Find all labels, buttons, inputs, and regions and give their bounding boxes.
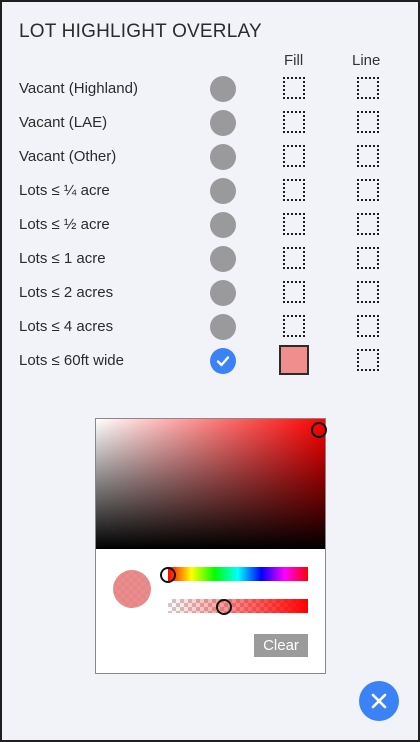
row-toggle[interactable] (210, 314, 236, 340)
row-toggle[interactable] (210, 144, 236, 170)
line-column-header: Line (352, 52, 381, 69)
row-label: Vacant (Other) (19, 148, 117, 165)
row-toggle[interactable] (210, 280, 236, 306)
overlay-row: Lots ≤ ¼ acre (19, 176, 399, 206)
row-toggle[interactable] (210, 76, 236, 102)
color-preview (113, 570, 151, 608)
row-toggle[interactable] (210, 110, 236, 136)
saturation-value-area[interactable] (96, 419, 327, 549)
line-swatch[interactable] (357, 77, 379, 99)
line-swatch[interactable] (357, 349, 379, 371)
fill-swatch[interactable] (283, 247, 305, 269)
row-label: Vacant (LAE) (19, 114, 108, 131)
fill-swatch[interactable] (283, 145, 305, 167)
row-toggle-checked[interactable] (210, 348, 236, 374)
fill-swatch[interactable] (283, 77, 305, 99)
hue-slider-handle[interactable] (160, 567, 176, 583)
row-label: Lots ≤ ½ acre (19, 216, 110, 233)
row-toggle[interactable] (210, 178, 236, 204)
color-picker: Clear (95, 418, 327, 674)
check-icon (216, 356, 230, 367)
overlay-row: Lots ≤ 1 acre (19, 244, 399, 274)
line-swatch[interactable] (357, 315, 379, 337)
fill-swatch-active[interactable] (279, 345, 309, 375)
line-swatch[interactable] (357, 213, 379, 235)
overlay-row: Lots ≤ 60ft wide (19, 345, 399, 376)
fill-column-header: Fill (284, 52, 304, 69)
fill-swatch[interactable] (283, 111, 305, 133)
line-swatch[interactable] (357, 281, 379, 303)
lot-highlight-overlay-panel: LOT HIGHLIGHT OVERLAY Fill Line Vacant (… (2, 2, 418, 740)
overlay-row: Lots ≤ ½ acre (19, 210, 399, 240)
overlay-row: Vacant (LAE) (19, 108, 399, 138)
clear-button[interactable]: Clear (254, 634, 308, 657)
saturation-value-handle[interactable] (311, 422, 327, 438)
fill-swatch[interactable] (283, 281, 305, 303)
panel-title: LOT HIGHLIGHT OVERLAY (19, 21, 262, 42)
row-label: Lots ≤ 60ft wide (19, 352, 124, 369)
overlay-row: Lots ≤ 4 acres (19, 312, 399, 342)
close-button[interactable] (359, 681, 399, 721)
alpha-slider[interactable] (168, 599, 308, 613)
fill-swatch[interactable] (283, 179, 305, 201)
overlay-row: Lots ≤ 2 acres (19, 278, 399, 308)
row-label: Lots ≤ 4 acres (19, 318, 114, 335)
row-label: Vacant (Highland) (19, 80, 138, 97)
line-swatch[interactable] (357, 145, 379, 167)
row-label: Lots ≤ 1 acre (19, 250, 106, 267)
row-toggle[interactable] (210, 246, 236, 272)
fill-swatch[interactable] (283, 213, 305, 235)
line-swatch[interactable] (357, 247, 379, 269)
line-swatch[interactable] (357, 179, 379, 201)
overlay-row: Vacant (Other) (19, 142, 399, 172)
close-icon (371, 693, 387, 709)
hue-slider[interactable] (168, 567, 308, 581)
row-toggle[interactable] (210, 212, 236, 238)
alpha-slider-handle[interactable] (216, 599, 232, 615)
line-swatch[interactable] (357, 111, 379, 133)
fill-swatch[interactable] (283, 315, 305, 337)
overlay-row: Vacant (Highland) (19, 74, 399, 104)
row-label: Lots ≤ ¼ acre (19, 182, 110, 199)
row-label: Lots ≤ 2 acres (19, 284, 114, 301)
